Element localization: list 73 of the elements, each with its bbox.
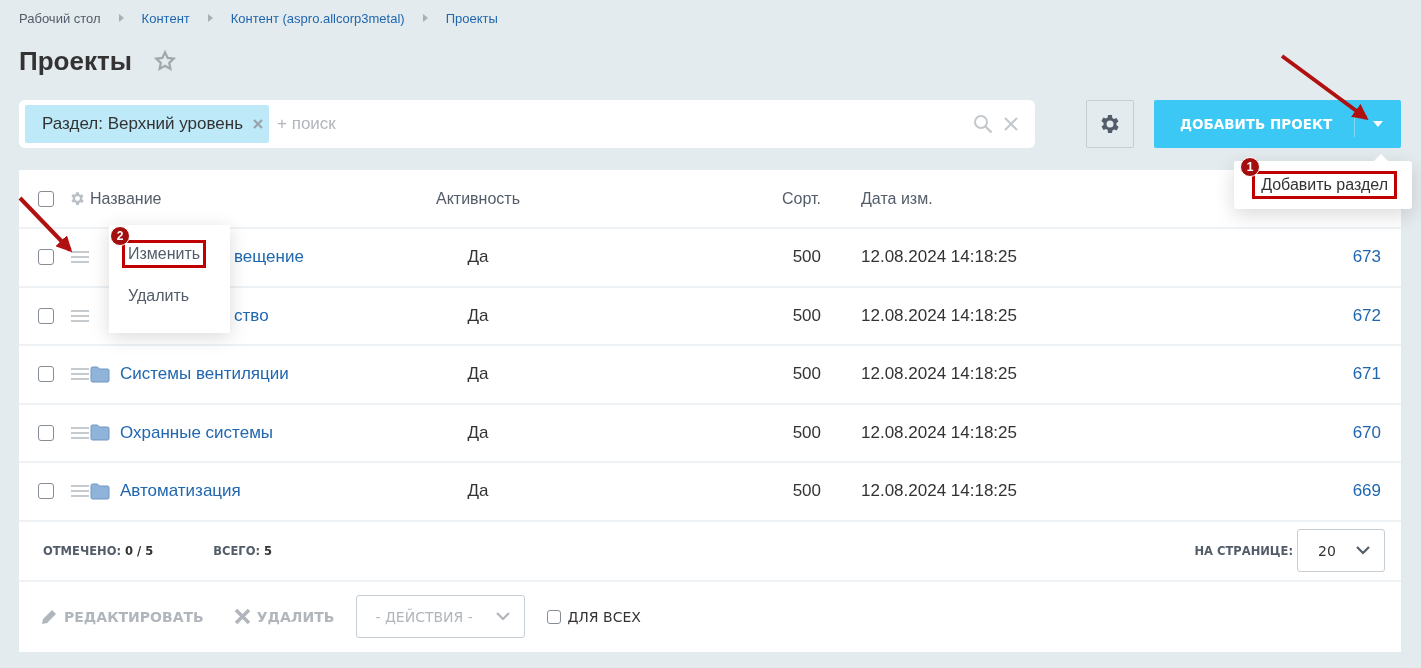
row-checkbox[interactable] — [38, 249, 54, 266]
table-cell-text: Да — [466, 422, 490, 443]
table-cell-text: 12.08.2024 14:18:25 — [860, 481, 1018, 502]
per-page-label: НА СТРАНИЦЕ: — [1194, 543, 1293, 558]
breadcrumb-link[interactable]: Проекты — [445, 10, 498, 26]
select-all-checkbox[interactable] — [38, 190, 54, 207]
section-link[interactable]: вещение — [234, 247, 304, 268]
close-icon[interactable] — [1003, 116, 1019, 132]
id-link[interactable]: 673 — [1061, 247, 1401, 268]
step-badge: 2 — [110, 226, 130, 246]
breadcrumb-link[interactable]: Контент (aspro.allcorp3metal) — [230, 10, 405, 26]
id-link[interactable]: 672 — [1061, 305, 1401, 326]
table-cell-text: Да — [466, 481, 490, 502]
table-cell-text: 12.08.2024 14:18:25 — [860, 422, 1018, 443]
column-settings-icon[interactable] — [69, 190, 86, 207]
for-all-checkbox[interactable]: ДЛЯ ВСЕХ — [547, 608, 641, 625]
table-cell-text: 500 — [791, 247, 821, 268]
column-header[interactable]: Активность — [382, 189, 574, 208]
close-icon — [233, 608, 251, 625]
id-link[interactable]: 671 — [1061, 364, 1401, 385]
row-menu-icon[interactable] — [71, 251, 89, 264]
menu-item[interactable]: Изменить — [122, 240, 207, 268]
table-cell-text: 12.08.2024 14:18:25 — [860, 247, 1018, 268]
id-link[interactable]: 669 — [1061, 481, 1401, 502]
filter-tag[interactable]: Раздел: Верхний уровень — [25, 105, 270, 143]
column-header[interactable]: Название — [90, 189, 382, 208]
section-link[interactable]: Системы вентиляции — [120, 364, 289, 385]
menu-item[interactable]: Добавить раздел — [1252, 171, 1397, 199]
menu-item[interactable]: Удалить — [122, 282, 196, 310]
table-cell-text: 500 — [791, 422, 821, 443]
row-menu-icon[interactable] — [71, 309, 89, 322]
section-link[interactable]: Автоматизация — [120, 481, 241, 502]
row-menu-icon[interactable] — [71, 426, 89, 439]
annotation-arrow — [18, 196, 73, 253]
search-field[interactable]: Раздел: Верхний уровень + поиск — [19, 100, 1035, 148]
column-header[interactable]: Сорт. — [574, 189, 821, 208]
pencil-icon — [41, 608, 58, 625]
id-link[interactable]: 670 — [1061, 422, 1401, 443]
row-checkbox[interactable] — [38, 424, 54, 441]
table-cell-text: Да — [466, 364, 490, 385]
per-page-select[interactable]: 20 — [1297, 529, 1385, 572]
folder-icon — [90, 365, 110, 383]
chevron-icon — [1356, 546, 1370, 555]
row-checkbox[interactable] — [38, 366, 54, 383]
remove-icon[interactable] — [253, 119, 264, 129]
column-header[interactable]: Дата изм. — [821, 189, 1061, 208]
folder-icon — [90, 424, 110, 442]
total-count: ВСЕГО: 5 — [213, 543, 273, 558]
row-menu-icon[interactable] — [71, 485, 89, 498]
row-checkbox[interactable] — [38, 483, 54, 500]
breadcrumb-link[interactable]: Рабочий стол — [19, 10, 101, 26]
table-cell-text: 500 — [791, 305, 821, 326]
filter-tag-label: Раздел: Верхний уровень — [42, 114, 244, 134]
marked-count: ОТМЕЧЕНО: 0 / 5 — [43, 543, 154, 558]
folder-icon — [90, 482, 110, 500]
row-checkbox[interactable] — [38, 307, 54, 324]
caret-icon — [1373, 121, 1383, 127]
settings-button[interactable] — [1086, 100, 1134, 148]
star-icon[interactable] — [153, 50, 176, 72]
search-icon[interactable] — [973, 114, 993, 134]
breadcrumb-link[interactable]: Контент — [141, 10, 190, 26]
section-link[interactable]: Охранные системы — [120, 422, 274, 443]
table-cell-text: 12.08.2024 14:18:25 — [860, 364, 1018, 385]
table-cell-text: 500 — [791, 364, 821, 385]
table-cell-text: Да — [466, 305, 490, 326]
row-menu-icon[interactable] — [71, 368, 89, 381]
table-cell-text: Да — [466, 247, 490, 268]
table-cell-text: 12.08.2024 14:18:25 — [860, 305, 1018, 326]
section-link[interactable]: ство — [234, 305, 269, 326]
step-badge: 1 — [1240, 157, 1261, 177]
table-cell-text: 500 — [791, 481, 821, 502]
page-title: Проекты — [19, 45, 132, 77]
chevron-icon — [496, 612, 511, 621]
